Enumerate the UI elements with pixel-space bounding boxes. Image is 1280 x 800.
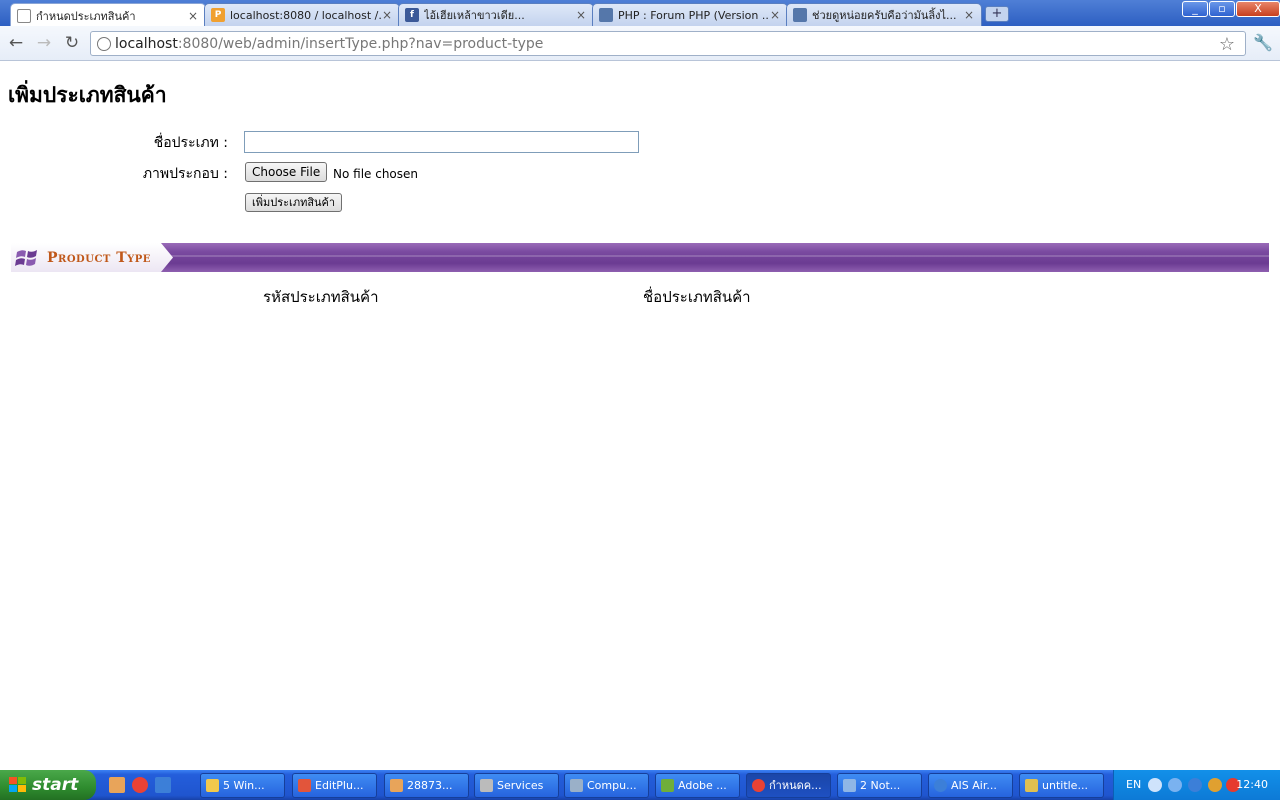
banner-stripe [11, 255, 1269, 257]
section-banner: Product Type [11, 243, 1269, 272]
taskbar-button-label: Compu... [587, 779, 637, 792]
tab-title: localhost:8080 / localhost /... [230, 8, 381, 22]
name-label: ชื่อประเภท : [153, 135, 228, 151]
bookmark-star-icon[interactable]: ☆ [1219, 34, 1235, 55]
folder-icon [206, 779, 219, 792]
taskbar-button-label: Services [497, 779, 544, 792]
show-hidden-icons-icon[interactable] [1148, 778, 1162, 792]
column-header-type-name: ชื่อประเภทสินค้า [643, 288, 751, 306]
notepad-icon [843, 779, 856, 792]
page-icon [17, 8, 31, 23]
tab-title: กำหนดประเภทสินค้า [36, 9, 136, 23]
restore-button[interactable]: ▫ [1209, 1, 1235, 17]
image-label: ภาพประกอบ : [142, 166, 228, 182]
taskbar-button-untitled[interactable]: untitle... [1019, 773, 1104, 798]
taskbar-button-editplus[interactable]: EditPlu... [292, 773, 377, 798]
close-icon[interactable]: × [769, 8, 781, 22]
dreamweaver-icon [661, 779, 674, 792]
minimize-button[interactable]: _ [1182, 1, 1208, 17]
tab-php-forum[interactable]: PHP : Forum PHP (Version ... × [592, 3, 788, 26]
gear-icon [480, 779, 493, 792]
type-name-input[interactable] [244, 131, 639, 153]
tab-current[interactable]: กำหนดประเภทสินค้า × [10, 3, 206, 27]
choose-file-button[interactable]: Choose File [245, 162, 328, 182]
forward-arrow-icon[interactable]: → [33, 33, 55, 53]
taskbar-button-dreamweaver[interactable]: Adobe ... [655, 773, 740, 798]
tab-phpmyadmin[interactable]: P localhost:8080 / localhost /... × [204, 3, 400, 26]
banner-title: Product Type [47, 250, 151, 266]
close-icon[interactable]: × [381, 8, 393, 22]
taskbar: start 5 Win... EditPlu... 28873... Servi… [0, 770, 1280, 800]
network-icon[interactable] [1168, 778, 1182, 792]
facebook-icon: f [405, 8, 419, 22]
taskbar-button-ais-air[interactable]: AIS Air... [928, 773, 1013, 798]
start-label: start [32, 775, 79, 795]
tab-facebook[interactable]: f ไอ้เฮียเหล้าขาวเดีย... × [398, 3, 594, 26]
back-arrow-icon[interactable]: ← [5, 33, 27, 53]
globe-tray-icon[interactable] [1188, 778, 1202, 792]
pen-tray-icon[interactable] [1208, 778, 1222, 792]
chrome-icon [752, 779, 765, 792]
system-tray: EN 12:40 [1113, 770, 1280, 800]
browser-tab-strip: กำหนดประเภทสินค้า × P localhost:8080 / l… [0, 0, 1280, 27]
globe-icon [934, 779, 947, 792]
file-status: No file chosen [333, 167, 419, 181]
taskbar-button-windows[interactable]: 5 Win... [200, 773, 285, 798]
taskbar-button-label: EditPlu... [315, 779, 364, 792]
tab-title: PHP : Forum PHP (Version ... [618, 8, 769, 22]
taskbar-button-notepad[interactable]: 2 Not... [837, 773, 922, 798]
reload-icon[interactable]: ↻ [61, 33, 83, 53]
windows-logo-icon [9, 777, 26, 792]
add-type-button[interactable]: เพิ่มประเภทสินค้า [245, 193, 343, 212]
page-content: เพิ่มประเภทสินค้า ชื่อประเภท : ภาพประกอบ… [0, 62, 1280, 770]
taskbar-button-label: 2 Not... [860, 779, 901, 792]
close-window-button[interactable]: X [1236, 1, 1280, 17]
close-icon[interactable]: × [575, 8, 587, 22]
taskbar-button-label: กำหนดค... [769, 779, 822, 792]
close-icon[interactable]: × [187, 9, 199, 23]
tab-title: ช่วยดูหน่อยครับคือว่ามันลิ้งไ... [812, 9, 957, 22]
clock: 12:40 [1236, 778, 1268, 791]
computer-icon [570, 779, 583, 792]
forum-icon [793, 8, 807, 22]
phpmyadmin-icon: P [211, 8, 225, 22]
tab-forum-question[interactable]: ช่วยดูหน่อยครับคือว่ามันลิ้งไ... × [786, 3, 982, 26]
taskbar-button-28873[interactable]: 28873... [384, 773, 469, 798]
url-path: :8080/web/admin/insertType.php?nav=produ… [177, 35, 544, 52]
taskbar-button-chrome[interactable]: กำหนดค... [746, 773, 831, 798]
globe-icon [97, 36, 111, 51]
chrome-quicklaunch-icon[interactable] [132, 777, 148, 793]
taskbar-button-label: Adobe ... [678, 779, 727, 792]
ie-quicklaunch-icon[interactable] [155, 777, 171, 793]
editplus-quicklaunch-icon[interactable] [109, 777, 125, 793]
taskbar-button-label: untitle... [1042, 779, 1088, 792]
address-bar[interactable]: localhost:8080/web/admin/insertType.php?… [90, 31, 1246, 56]
paint-icon [1025, 779, 1038, 792]
new-tab-button[interactable]: + [985, 6, 1009, 22]
wrench-icon[interactable]: 🔧 [1253, 33, 1273, 52]
windows-flag-icon [15, 250, 37, 266]
url-host: localhost [115, 35, 178, 52]
taskbar-button-label: AIS Air... [951, 779, 997, 792]
editplus-icon [298, 779, 311, 792]
browser-toolbar: ← → ↻ localhost:8080/web/admin/insertTyp… [0, 26, 1280, 61]
forum-icon [599, 8, 613, 22]
language-indicator[interactable]: EN [1126, 778, 1141, 791]
start-button[interactable]: start [0, 770, 96, 800]
document-icon [390, 779, 403, 792]
taskbar-button-label: 28873... [407, 779, 453, 792]
taskbar-button-label: 5 Win... [223, 779, 265, 792]
taskbar-button-services[interactable]: Services [474, 773, 559, 798]
tab-title: ไอ้เฮียเหล้าขาวเดีย... [424, 9, 525, 22]
column-header-type-id: รหัสประเภทสินค้า [263, 288, 379, 306]
taskbar-button-computer[interactable]: Compu... [564, 773, 649, 798]
close-icon[interactable]: × [963, 8, 975, 22]
page-title: เพิ่มประเภทสินค้า [8, 83, 167, 107]
